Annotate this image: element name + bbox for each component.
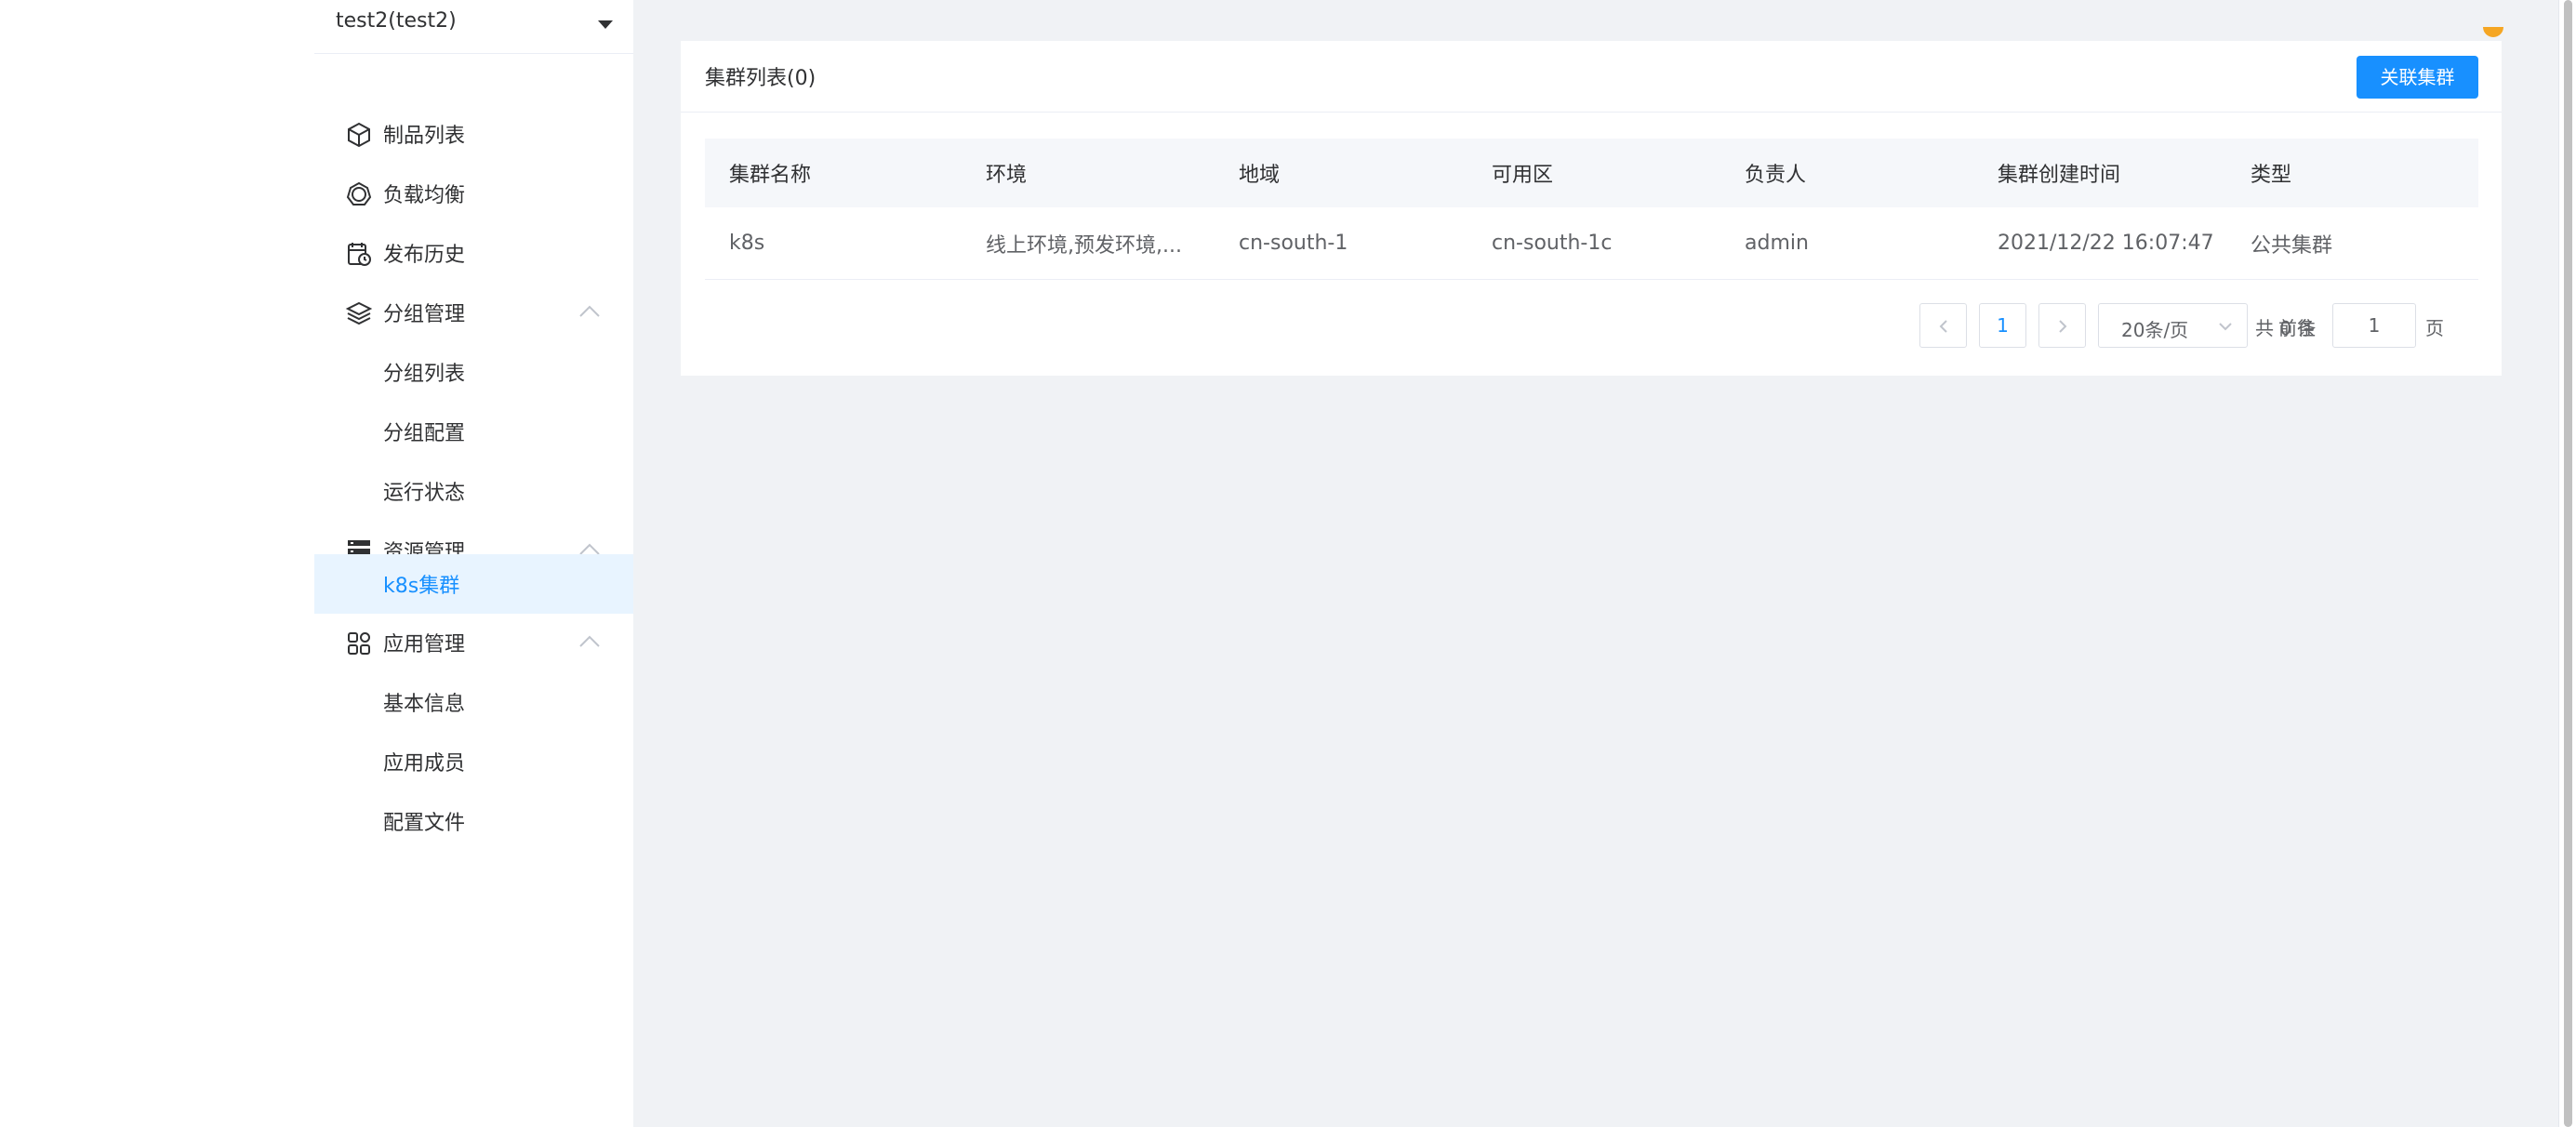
sidebar-item-label: 应用成员	[383, 752, 466, 776]
prev-page-button[interactable]	[1919, 303, 1967, 348]
chevron-up-icon	[579, 635, 600, 647]
vertical-scrollbar[interactable]	[2558, 0, 2576, 1127]
sidebar-item-config-files[interactable]: 配置文件	[314, 792, 633, 850]
sidebar-item-label: 应用管理	[383, 633, 466, 656]
chevron-down-icon	[2219, 323, 2232, 331]
app-switcher[interactable]: test2(test2)	[314, 0, 633, 54]
cell-region: cn-south-1	[1239, 232, 1348, 255]
column-header: 集群名称	[729, 164, 812, 187]
cell-environment: 线上环境,预发环境,...	[986, 233, 1182, 258]
sidebar-item-label: 负载均衡	[383, 184, 466, 207]
sidebar-item-load-balance[interactable]: 负载均衡	[314, 165, 633, 222]
card-header: 集群列表(0) 关联集群	[681, 41, 2502, 113]
scrollbar-thumb[interactable]	[2564, 0, 2572, 1127]
page-size-value: 20条/页	[2121, 319, 2189, 341]
layers-icon	[345, 301, 373, 325]
cell-zone: cn-south-1c	[1492, 232, 1613, 255]
sidebar-item-group-list[interactable]: 分组列表	[314, 343, 633, 401]
sidebar-item-label: 分组配置	[383, 422, 466, 445]
column-header: 负责人	[1745, 164, 1807, 187]
cluster-list-card: 集群列表(0) 关联集群 集群名称 环境 地域 可用区 负责人 集群创建时间 类…	[681, 41, 2502, 376]
sidebar-item-label: 发布历史	[383, 244, 466, 267]
sidebar-item-release-history[interactable]: 发布历史	[314, 224, 633, 282]
table-header: 集群名称 环境 地域 可用区 负责人 集群创建时间 类型	[705, 139, 2478, 207]
sidebar-item-app-management[interactable]: 应用管理	[314, 614, 633, 671]
sidebar-item-group-config[interactable]: 分组配置	[314, 403, 633, 460]
sidebar-item-group-management[interactable]: 分组管理	[314, 284, 633, 341]
sidebar-item-k8s-cluster[interactable]: k8s集群	[314, 554, 633, 614]
page-number-current[interactable]: 1	[1979, 303, 2026, 348]
column-header: 可用区	[1492, 164, 1554, 187]
grid-apps-icon	[348, 632, 370, 655]
chevron-up-icon	[579, 305, 600, 317]
table-row[interactable]: k8s 线上环境,预发环境,... cn-south-1 cn-south-1c…	[705, 207, 2478, 280]
app-switcher-label: test2(test2)	[336, 9, 457, 33]
goto-page-input[interactable]	[2332, 303, 2416, 348]
sidebar-item-label: 分组管理	[383, 303, 466, 326]
column-header: 环境	[986, 164, 1028, 187]
sidebar: test2(test2) 制品列表 负载均衡 发布历史 分组管理 分组列表 分组…	[314, 0, 633, 1127]
sidebar-item-run-status[interactable]: 运行状态	[314, 462, 633, 520]
sidebar-item-label: 基本信息	[383, 693, 466, 716]
sidebar-item-basic-info[interactable]: 基本信息	[314, 673, 633, 731]
sidebar-item-label: 分组列表	[383, 363, 466, 386]
sidebar-item-label: k8s集群	[383, 575, 460, 598]
sidebar-item-artifacts[interactable]: 制品列表	[314, 105, 633, 163]
cell-owner: admin	[1745, 232, 1809, 255]
page: test2(test2) 制品列表 负载均衡 发布历史 分组管理 分组列表 分组…	[0, 0, 2576, 1127]
load-balance-icon	[346, 181, 372, 206]
sidebar-item-app-members[interactable]: 应用成员	[314, 733, 633, 790]
page-size-select[interactable]: 20条/页	[2098, 303, 2248, 348]
associate-cluster-button[interactable]: 关联集群	[2357, 56, 2478, 99]
card-title: 集群列表(0)	[705, 67, 817, 90]
cluster-table: 集群名称 环境 地域 可用区 负责人 集群创建时间 类型 k8s 线上环境,预发…	[705, 139, 2478, 280]
column-header: 地域	[1239, 164, 1281, 187]
cell-created-time: 2021/12/22 16:07:47	[1998, 232, 2214, 255]
sidebar-item-label: 运行状态	[383, 482, 466, 505]
caret-down-icon	[598, 20, 613, 29]
cell-type: 公共集群	[2251, 233, 2333, 258]
goto-label: 前往	[2278, 317, 2316, 339]
cell-cluster-name: k8s	[729, 232, 765, 255]
chevron-right-icon	[2059, 320, 2067, 333]
column-header: 类型	[2251, 164, 2292, 187]
chevron-left-icon	[1939, 320, 1947, 333]
page-unit-label: 页	[2425, 317, 2444, 339]
sidebar-item-label: 配置文件	[383, 812, 466, 835]
next-page-button[interactable]	[2038, 303, 2086, 348]
sidebar-item-label: 制品列表	[383, 125, 466, 148]
calendar-history-icon	[348, 243, 371, 266]
cube-icon	[348, 122, 370, 148]
column-header: 集群创建时间	[1998, 164, 2121, 187]
